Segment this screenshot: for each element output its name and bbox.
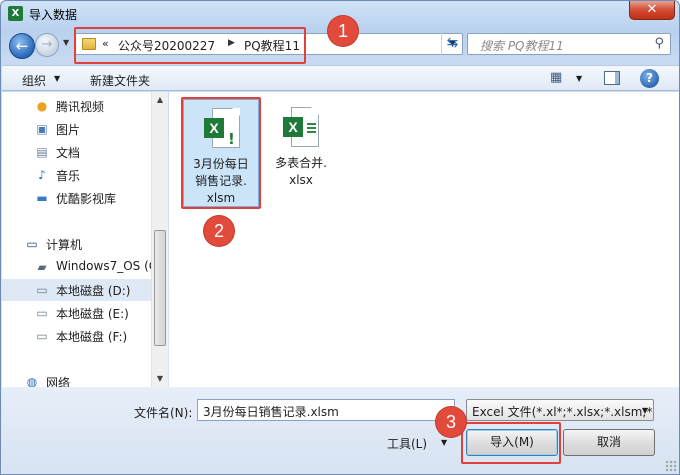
cancel-button[interactable]: 取消 bbox=[563, 429, 655, 456]
drive-icon: ▭ bbox=[36, 329, 48, 343]
forward-button[interactable]: → bbox=[35, 33, 59, 57]
nav-item-label: 腾讯视频 bbox=[56, 100, 105, 114]
excel-app-icon: X bbox=[8, 6, 23, 21]
nav-item-computer[interactable]: ▭ 计算机 bbox=[2, 233, 152, 255]
pictures-icon: ▣ bbox=[36, 122, 48, 136]
computer-icon: ▭ bbox=[26, 237, 38, 251]
nav-item-drive-c[interactable]: ▰ Windows7_OS (C bbox=[2, 256, 157, 278]
scroll-down-icon[interactable]: ▼ bbox=[152, 371, 168, 387]
nav-item-label: 计算机 bbox=[46, 238, 83, 252]
nav-item-music[interactable]: ♪ 音乐 bbox=[2, 164, 152, 186]
nav-item-label: 优酷影视库 bbox=[56, 192, 117, 206]
file-type-value: Excel 文件(*.xl*;*.xlsx;*.xlsm;*. bbox=[472, 405, 654, 419]
search-icon[interactable]: ⚲ bbox=[654, 36, 664, 51]
recent-pages-dropdown-icon[interactable]: ▼ bbox=[63, 38, 69, 47]
file-item-xlsx[interactable]: X 多表合并. xlsx bbox=[263, 99, 339, 207]
resize-grip-icon[interactable] bbox=[665, 460, 677, 472]
help-icon[interactable]: ? bbox=[640, 69, 659, 88]
search-placeholder: 搜索 PQ教程11 bbox=[480, 39, 564, 53]
scroll-up-icon[interactable]: ▲ bbox=[152, 92, 168, 108]
drive-icon: ▭ bbox=[36, 283, 48, 297]
command-toolbar: 组织 ▼ 新建文件夹 ▦ ▼ ? bbox=[2, 65, 679, 91]
annotation-badge-2: 2 bbox=[204, 216, 234, 246]
back-button[interactable]: ← bbox=[9, 33, 35, 59]
close-button[interactable]: ✕ bbox=[629, 1, 675, 20]
file-name: 多表合并. xlsx bbox=[275, 156, 327, 187]
nav-item-label: 本地磁盘 (F:) bbox=[56, 330, 128, 344]
nav-item-label: 文档 bbox=[56, 146, 81, 160]
tools-dropdown-icon[interactable]: ▼ bbox=[441, 438, 447, 447]
chevron-down-icon: ▼ bbox=[641, 406, 648, 415]
drive-icon: ▭ bbox=[36, 306, 48, 320]
nav-item-label: 本地磁盘 (E:) bbox=[56, 307, 129, 321]
organize-dropdown-icon[interactable]: ▼ bbox=[54, 74, 60, 83]
nav-item-youku[interactable]: ▬ 优酷影视库 bbox=[2, 187, 152, 209]
nav-item-drive-e[interactable]: ▭ 本地磁盘 (E:) bbox=[2, 302, 152, 324]
annotation-badge-1: 1 bbox=[328, 16, 358, 46]
file-type-select[interactable]: Excel 文件(*.xl*;*.xlsx;*.xlsm;*. ▼ bbox=[466, 399, 654, 421]
nav-item-tencent-video[interactable]: ● 腾讯视频 bbox=[2, 95, 152, 117]
annotation-box-import bbox=[461, 422, 561, 464]
excel-file-icon: X bbox=[283, 107, 319, 149]
organize-button[interactable]: 组织 bbox=[22, 72, 46, 89]
view-dropdown-icon[interactable]: ▼ bbox=[576, 74, 582, 83]
import-data-dialog: X 导入数据 ✕ ← → ▼ « 公众号20200227 ▶ PQ教程11 ▼ … bbox=[0, 0, 680, 475]
annotation-badge-3: 3 bbox=[436, 407, 466, 437]
documents-icon: ▤ bbox=[36, 145, 48, 159]
nav-item-pictures[interactable]: ▣ 图片 bbox=[2, 118, 152, 140]
tools-button[interactable]: 工具(L) bbox=[387, 435, 427, 452]
nav-item-label: Windows7_OS (C bbox=[56, 259, 158, 273]
annotation-box-address bbox=[74, 27, 306, 64]
search-input[interactable]: 搜索 PQ教程11 ⚲ bbox=[467, 33, 671, 55]
nav-item-label: 音乐 bbox=[56, 169, 81, 183]
youku-library-icon: ▬ bbox=[36, 191, 48, 205]
filename-input[interactable]: 3月份每日销售记录.xlsm bbox=[197, 399, 455, 421]
windows-drive-icon: ▰ bbox=[37, 260, 47, 274]
nav-item-label: 本地磁盘 (D:) bbox=[56, 284, 131, 298]
new-folder-button[interactable]: 新建文件夹 bbox=[90, 72, 150, 89]
annotation-box-file bbox=[181, 97, 261, 209]
filename-label: 文件名(N): bbox=[134, 406, 193, 420]
preview-pane-icon[interactable] bbox=[604, 71, 620, 85]
navigation-pane: ● 腾讯视频 ▣ 图片 ▤ 文档 ♪ 音乐 ▬ 优酷影视库 ▭ 计算机 ▰ Wi… bbox=[2, 92, 168, 390]
nav-item-label: 图片 bbox=[56, 123, 81, 137]
nav-item-drive-d[interactable]: ▭ 本地磁盘 (D:) bbox=[2, 279, 152, 301]
change-view-icon[interactable]: ▦ bbox=[550, 70, 566, 86]
nav-scrollbar[interactable]: ▲ ▼ bbox=[151, 92, 168, 387]
nav-item-drive-f[interactable]: ▭ 本地磁盘 (F:) bbox=[2, 325, 152, 347]
video-icon: ● bbox=[36, 99, 48, 113]
scrollbar-thumb[interactable] bbox=[154, 230, 166, 346]
refresh-button[interactable]: ⇆ bbox=[441, 33, 463, 55]
window-title: 导入数据 bbox=[29, 8, 78, 22]
music-icon: ♪ bbox=[38, 168, 46, 182]
nav-item-documents[interactable]: ▤ 文档 bbox=[2, 141, 152, 163]
